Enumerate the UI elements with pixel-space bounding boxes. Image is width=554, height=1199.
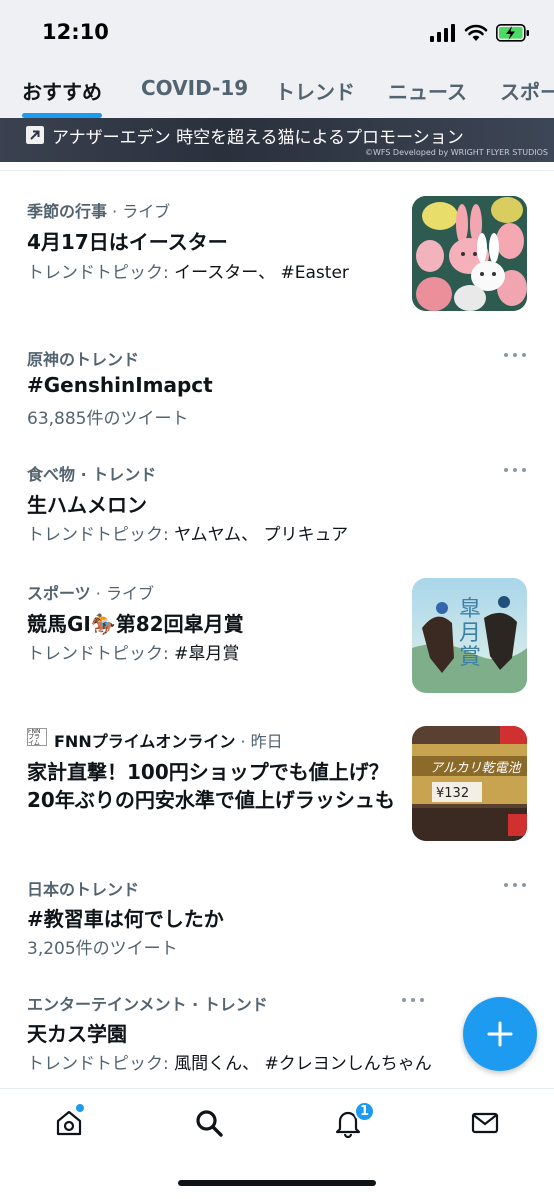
- tweet-count: 63,885件のツイート: [27, 409, 189, 429]
- svg-text:皐: 皐: [459, 597, 481, 622]
- battery-price-thumbnail: アルカリ乾電池 ¥132: [412, 726, 527, 841]
- trend-title: 生ハムメロン: [27, 493, 147, 517]
- trend-category: 季節の行事 · ライブ: [27, 202, 171, 221]
- home-icon: [56, 1110, 82, 1136]
- promo-text: アナザーエデン 時空を超える猫によるプロモーション: [52, 128, 464, 148]
- trend-topics: トレンドトピック: ヤムヤム、 プリキュア: [27, 525, 349, 545]
- wifi-icon: [464, 24, 488, 41]
- trend-topics: トレンドトピック: イースター、 #Easter: [27, 263, 349, 283]
- trend-title: 4月17日はイースター: [27, 230, 228, 254]
- news-headline-line1: 家計直撃！100円ショップでも値上げ？: [27, 760, 389, 784]
- trend-title: 天カス学園: [27, 1022, 127, 1046]
- status-bar: 12:10: [0, 0, 554, 62]
- divider: [0, 170, 554, 171]
- svg-text:¥132: ¥132: [436, 786, 469, 801]
- tab-trends[interactable]: トレンド: [275, 76, 355, 105]
- svg-text:月: 月: [459, 621, 481, 646]
- more-options-icon[interactable]: [402, 997, 424, 1003]
- compose-tweet-button[interactable]: [463, 997, 537, 1071]
- explore-tabs: おすすめ COVID-19 トレンド ニュース スポー: [0, 62, 554, 118]
- news-source: FNNプライムオンライン · 昨日: [54, 732, 283, 751]
- home-new-content-dot: [76, 1104, 84, 1112]
- trend-category: スポーツ · ライブ: [27, 584, 154, 603]
- tab-covid19[interactable]: COVID-19: [141, 76, 248, 100]
- news-headline-line2: 20年ぶりの円安水準で値上げラッシュも: [27, 788, 395, 812]
- tab-sports[interactable]: スポー: [500, 76, 554, 105]
- satsuki-sho-thumbnail: 皐 月 賞: [412, 578, 527, 693]
- tab-news[interactable]: ニュース: [388, 76, 467, 105]
- search-icon: [196, 1110, 223, 1137]
- notification-badge: 1: [354, 1101, 375, 1122]
- svg-text:賞: 賞: [459, 645, 481, 670]
- trend-title: #教習車は何でしたか: [27, 907, 224, 931]
- trend-topics: トレンドトピック: #皐月賞: [27, 644, 240, 664]
- more-options-icon[interactable]: [504, 882, 526, 888]
- trend-category: 日本のトレンド: [27, 880, 140, 899]
- more-options-icon[interactable]: [504, 467, 526, 473]
- trend-topics: トレンドトピック: 風間くん、 #クレヨンしんちゃん: [27, 1054, 432, 1074]
- easter-cookies-thumbnail: [412, 196, 527, 311]
- nav-messages[interactable]: [465, 1103, 505, 1143]
- nav-search[interactable]: [189, 1103, 229, 1143]
- promoted-arrow-icon: [26, 126, 44, 144]
- svg-text:アルカリ乾電池: アルカリ乾電池: [430, 761, 522, 776]
- trend-category: 食べ物 · トレンド: [27, 465, 157, 484]
- status-time: 12:10: [42, 20, 109, 44]
- fnn-logo: FNNプライムオンライン: [27, 728, 47, 746]
- mail-icon: [471, 1112, 499, 1134]
- signal-icon: [430, 24, 455, 42]
- trend-title: 競馬GI🏇第82回皐月賞: [27, 612, 244, 636]
- trend-category: エンターテインメント · トレンド: [27, 995, 268, 1014]
- status-icons: [430, 22, 530, 44]
- promo-credit: ©WFS Developed by WRIGHT FLYER STUDIOS: [364, 148, 548, 157]
- home-indicator[interactable]: [178, 1180, 376, 1186]
- more-options-icon[interactable]: [504, 352, 526, 358]
- promoted-banner[interactable]: アナザーエデン 時空を超える猫によるプロモーション ©WFS Developed…: [0, 118, 554, 162]
- tab-recommended[interactable]: おすすめ: [22, 76, 102, 105]
- trend-category: 原神のトレンド: [27, 350, 140, 369]
- trend-title: #GenshinImapct: [27, 373, 213, 397]
- plus-icon: [487, 1021, 513, 1047]
- tweet-count: 3,205件のツイート: [27, 939, 178, 959]
- battery-charging-icon: [496, 24, 529, 42]
